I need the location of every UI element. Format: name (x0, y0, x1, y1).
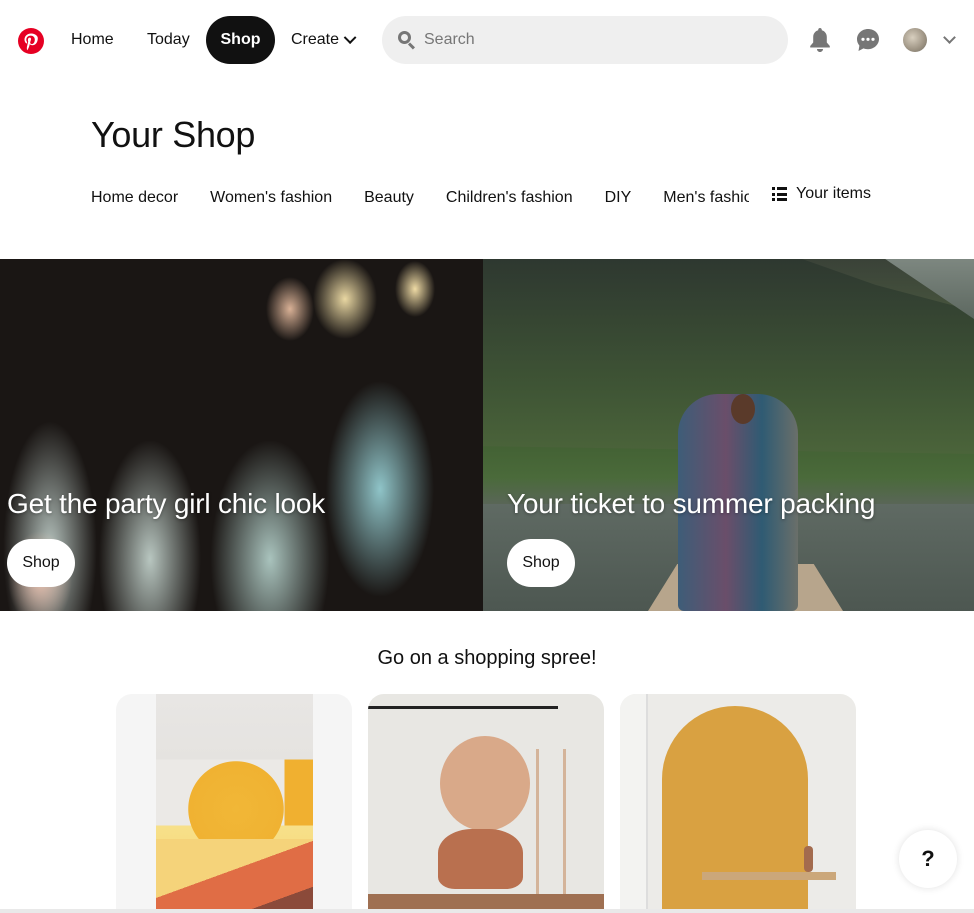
notifications-button[interactable] (802, 22, 838, 58)
help-button[interactable]: ? (899, 830, 957, 888)
mural-shape-image (440, 736, 530, 831)
pinterest-logo-icon[interactable] (18, 28, 44, 54)
mural-shape-image (438, 829, 523, 889)
nav-home[interactable]: Home (55, 16, 130, 64)
hero-banner-summer-packing[interactable]: Your ticket to summer packing Shop (483, 259, 974, 611)
product-card[interactable] (368, 694, 604, 913)
section-title: Go on a shopping spree! (377, 647, 597, 669)
tab-childrens-fashion[interactable]: Children's fashion (446, 189, 573, 207)
tab-home-decor[interactable]: Home decor (91, 189, 178, 207)
nav-shop-label: Shop (220, 31, 261, 48)
nav-create-label: Create (291, 31, 340, 48)
search-input[interactable] (424, 31, 764, 49)
category-tabs: Home decor Women's fashion Beauty Childr… (91, 185, 767, 211)
track-light-image (368, 706, 558, 709)
chevron-down-icon (343, 30, 357, 44)
top-nav-bar: Home Today Shop Create (0, 0, 974, 80)
tab-mens-fashion[interactable]: Men's fashion (663, 189, 749, 207)
message-icon (857, 29, 879, 51)
nav-today-label: Today (147, 31, 190, 48)
page-title: Your Shop (91, 114, 256, 155)
your-items-label: Your items (796, 185, 871, 202)
nav-create-dropdown[interactable]: Create (275, 16, 372, 64)
hero-title: Your ticket to summer packing (507, 488, 876, 519)
product-card[interactable] (620, 694, 856, 913)
account-chevron-down-icon[interactable] (943, 31, 956, 44)
search-bar[interactable] (382, 16, 788, 64)
messages-button[interactable] (850, 22, 886, 58)
nav-home-label: Home (71, 31, 114, 48)
hero-banner-party-look[interactable]: Get the party girl chic look Shop (0, 259, 483, 611)
tab-beauty[interactable]: Beauty (364, 189, 414, 207)
bed-image (156, 839, 313, 913)
shelf-image (536, 749, 566, 913)
bell-icon (810, 28, 830, 52)
avatar[interactable] (903, 28, 927, 52)
door-image (620, 694, 648, 913)
table-image (702, 872, 836, 880)
shop-button[interactable]: Shop (507, 539, 575, 587)
product-card[interactable] (116, 694, 352, 913)
vase-image (804, 846, 813, 872)
tab-diy[interactable]: DIY (605, 189, 632, 207)
your-items-button[interactable]: Your items (772, 185, 871, 203)
horizontal-scrollbar[interactable] (0, 909, 974, 913)
list-icon (772, 187, 787, 201)
shop-button[interactable]: Shop (7, 539, 75, 587)
hero-title: Get the party girl chic look (7, 488, 326, 519)
nav-shop[interactable]: Shop (206, 16, 275, 64)
model-head-image (731, 394, 755, 424)
nav-today[interactable]: Today (131, 16, 206, 64)
arch-mural-image (662, 706, 808, 913)
search-icon (398, 31, 416, 50)
tab-womens-fashion[interactable]: Women's fashion (210, 189, 332, 207)
